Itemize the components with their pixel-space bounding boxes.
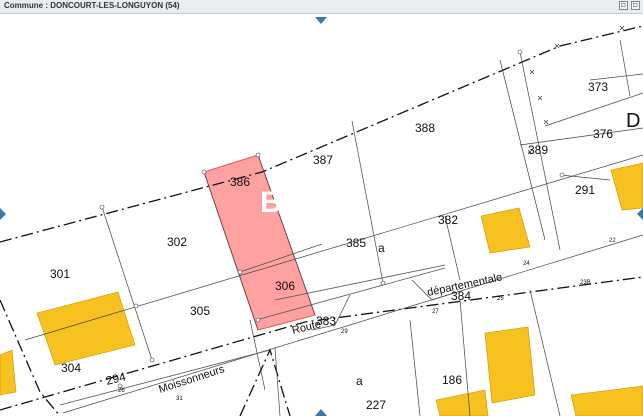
pan-right-arrow[interactable] <box>637 208 643 220</box>
pan-down-arrow[interactable] <box>315 409 327 416</box>
parcel-label-386: 386 <box>230 175 250 189</box>
minimize-button[interactable]: ▫ <box>619 0 628 10</box>
small-label: 26 <box>118 388 125 394</box>
road-label-route: Route <box>291 318 322 337</box>
parcel-label-373: 373 <box>588 80 608 94</box>
parcel-label-306: 306 <box>275 279 295 293</box>
restore-button[interactable]: ▫ <box>631 0 640 10</box>
parcel-label-305: 305 <box>190 304 210 318</box>
window-titlebar: Commune : DONCOURT-LES-LONGUYON (54) ▫ ▫ <box>0 0 643 14</box>
small-label: 24 <box>523 261 530 267</box>
restore-icon: ▫ <box>632 0 639 9</box>
building <box>484 326 536 404</box>
parcel-label-294: 294 <box>104 369 127 388</box>
parcel-label-186: 186 <box>442 373 462 387</box>
road-label-moissonneurs: Moissonneurs <box>157 363 226 396</box>
parcel-label-387: 387 <box>313 153 333 167</box>
small-label: 25 <box>497 296 504 302</box>
small-label: 27 <box>432 309 439 315</box>
parcel-label-304: 304 <box>61 361 81 375</box>
small-label: 23B <box>580 280 591 286</box>
pan-up-arrow[interactable] <box>315 17 327 24</box>
parcel-label-385: 385 <box>346 236 366 250</box>
small-label: 31 <box>176 396 183 402</box>
parcel-label-291: 291 <box>575 183 595 197</box>
commune-boundaries <box>0 25 643 416</box>
building <box>435 389 489 416</box>
parcel-label-301: 301 <box>50 267 70 281</box>
lieu-dit-a: a <box>378 241 385 255</box>
parcel-label-382: 382 <box>438 213 458 227</box>
building <box>610 162 643 211</box>
pan-left-arrow[interactable] <box>0 208 6 220</box>
lieu-dit-a: a <box>356 374 363 388</box>
selected-parcel[interactable] <box>203 154 316 331</box>
parcel-labels: 373 376 388 389 387 386 291 382 302 385 … <box>50 80 640 412</box>
watermark-letter: B <box>260 186 282 219</box>
section-letter: D <box>626 110 640 132</box>
building <box>480 207 531 254</box>
parcel-label-302: 302 <box>167 235 187 249</box>
parcel-label-227: 227 <box>366 398 386 412</box>
building <box>570 385 643 416</box>
parcel-boundaries <box>24 39 643 416</box>
cadastral-map[interactable]: B 373 376 388 389 387 386 291 382 302 38… <box>0 13 643 416</box>
window-title: Commune : DONCOURT-LES-LONGUYON (54) <box>4 1 180 10</box>
small-label: 29 <box>341 329 348 335</box>
minimize-icon: ▫ <box>620 0 627 9</box>
building <box>36 291 136 366</box>
building <box>0 349 17 396</box>
small-label: 22 <box>609 238 616 244</box>
parcel-label-388: 388 <box>415 121 435 135</box>
parcel-label-389: 389 <box>528 143 548 157</box>
parcel-label-376: 376 <box>593 127 613 141</box>
